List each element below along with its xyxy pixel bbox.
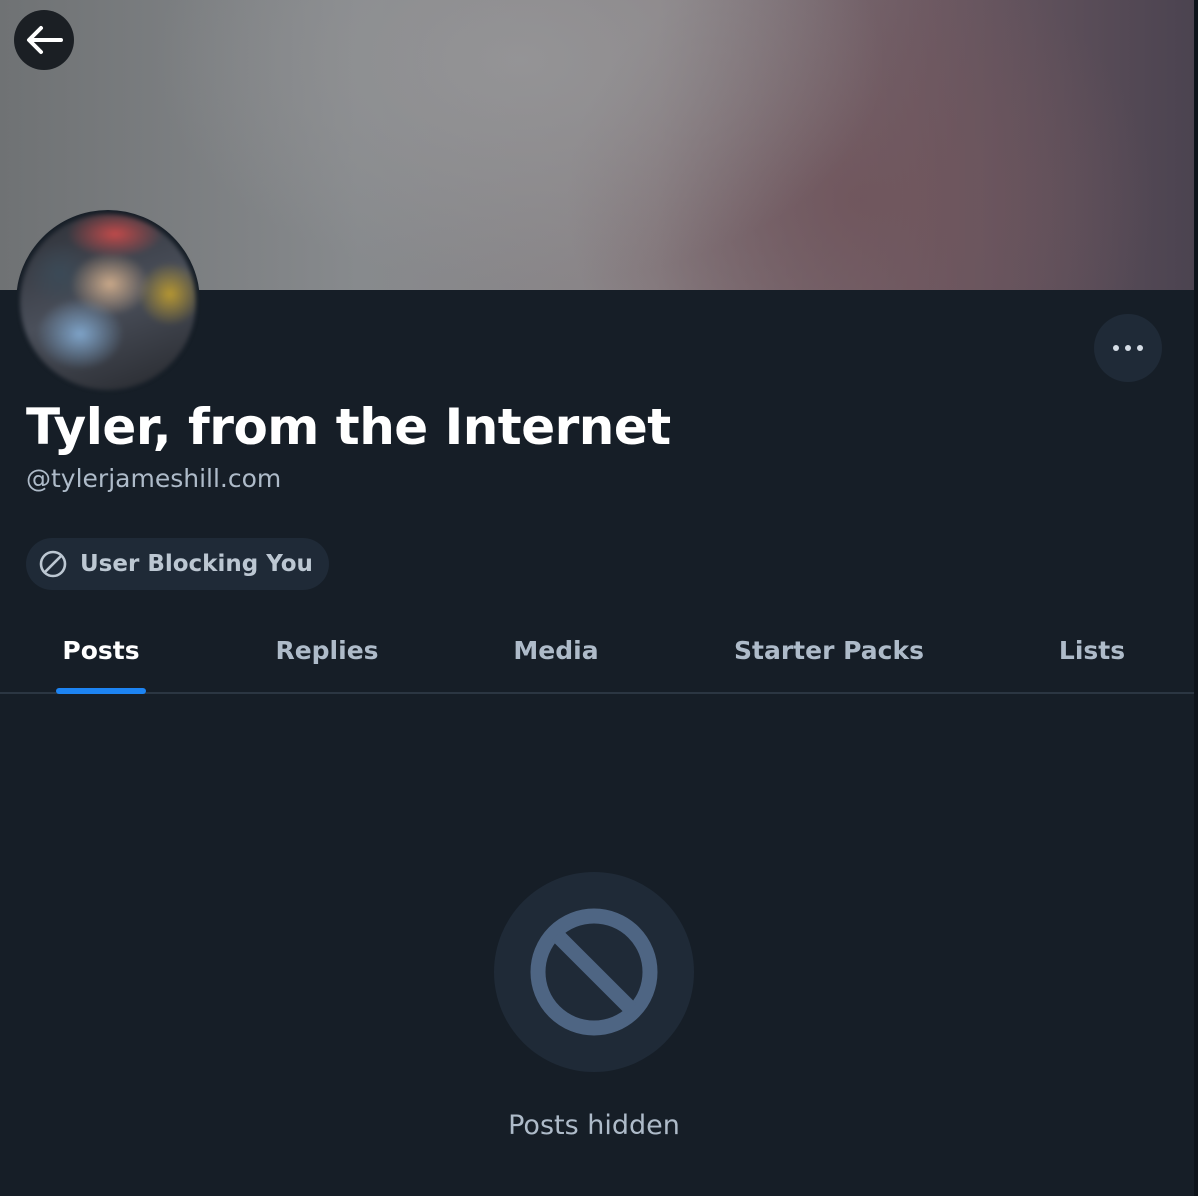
arrow-left-icon bbox=[27, 26, 63, 54]
ellipsis-icon bbox=[1113, 345, 1143, 351]
avatar-image bbox=[20, 214, 196, 390]
tab-starter-packs[interactable]: Starter Packs bbox=[714, 608, 944, 692]
tab-label: Posts bbox=[62, 635, 140, 665]
prohibited-icon bbox=[530, 908, 658, 1036]
profile-page: Tyler, from the Internet @tylerjameshill… bbox=[0, 0, 1198, 1196]
profile-display-name: Tyler, from the Internet bbox=[26, 398, 671, 456]
tab-label: Media bbox=[513, 635, 599, 665]
tab-label: Replies bbox=[275, 635, 379, 665]
active-tab-indicator bbox=[56, 688, 146, 694]
back-button[interactable] bbox=[14, 10, 74, 70]
posts-hidden-icon-container bbox=[494, 872, 694, 1072]
tab-label: Lists bbox=[1058, 635, 1126, 665]
profile-tabs: Posts Replies Media Starter Packs Lists bbox=[0, 608, 1194, 694]
tab-media[interactable]: Media bbox=[490, 608, 622, 692]
block-icon bbox=[39, 550, 67, 578]
tab-label: Starter Packs bbox=[734, 635, 924, 665]
more-options-button[interactable] bbox=[1094, 314, 1162, 382]
tab-lists[interactable]: Lists bbox=[1040, 608, 1144, 692]
status-badge-label: User Blocking You bbox=[80, 551, 313, 577]
profile-handle: @tylerjameshill.com bbox=[26, 464, 282, 493]
posts-hidden-message: Posts hidden bbox=[508, 1110, 680, 1141]
tab-replies[interactable]: Replies bbox=[252, 608, 402, 692]
avatar[interactable] bbox=[16, 210, 200, 394]
tab-posts[interactable]: Posts bbox=[36, 608, 166, 694]
window-edge bbox=[1194, 0, 1198, 1196]
status-badge: User Blocking You bbox=[26, 538, 329, 590]
